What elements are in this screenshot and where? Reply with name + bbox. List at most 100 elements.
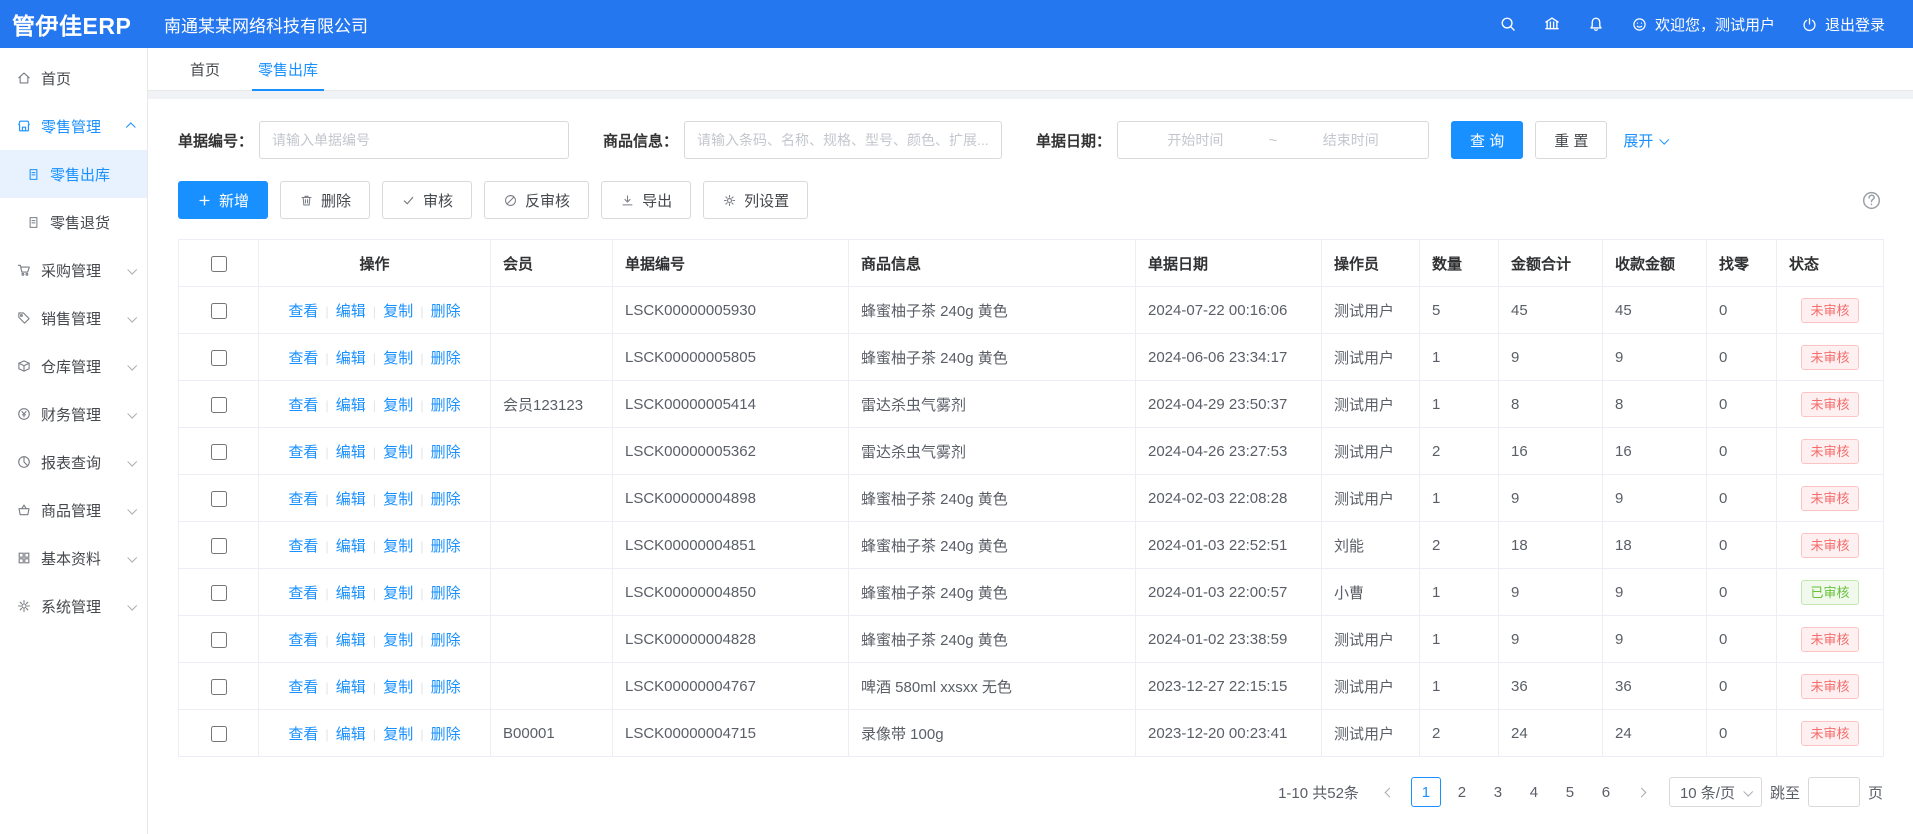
view-link[interactable]: 查看 xyxy=(288,585,318,602)
search-button[interactable]: 查 询 xyxy=(1451,121,1523,159)
unaudit-button[interactable]: 反审核 xyxy=(484,181,589,219)
sidebar-item-finance[interactable]: 财务管理 xyxy=(0,390,147,438)
delete-link[interactable]: 删除 xyxy=(431,726,461,743)
edit-link[interactable]: 编辑 xyxy=(336,538,366,555)
delete-link[interactable]: 删除 xyxy=(431,303,461,320)
bell-icon[interactable] xyxy=(1587,15,1605,33)
sidebar-item-products[interactable]: 商品管理 xyxy=(0,486,147,534)
next-page-button[interactable] xyxy=(1629,777,1655,807)
row-checkbox[interactable] xyxy=(211,726,227,742)
view-link[interactable]: 查看 xyxy=(288,679,318,696)
select-all-checkbox[interactable] xyxy=(211,256,227,272)
row-checkbox[interactable] xyxy=(211,397,227,413)
row-checkbox[interactable] xyxy=(211,585,227,601)
page-button-3[interactable]: 3 xyxy=(1483,777,1513,807)
copy-link[interactable]: 复制 xyxy=(383,538,413,555)
sidebar-item-retail-return[interactable]: 零售退货 xyxy=(0,198,147,246)
view-link[interactable]: 查看 xyxy=(288,491,318,508)
page-button-6[interactable]: 6 xyxy=(1591,777,1621,807)
doc-no-input[interactable] xyxy=(259,121,569,159)
edit-link[interactable]: 编辑 xyxy=(336,444,366,461)
copy-link[interactable]: 复制 xyxy=(383,444,413,461)
sidebar-item-home[interactable]: 首页 xyxy=(0,54,147,102)
delete-link[interactable]: 删除 xyxy=(431,679,461,696)
sidebar-item-retail[interactable]: 零售管理 xyxy=(0,102,147,150)
copy-link[interactable]: 复制 xyxy=(383,679,413,696)
row-checkbox[interactable] xyxy=(211,350,227,366)
sidebar-item-reports[interactable]: 报表查询 xyxy=(0,438,147,486)
row-checkbox[interactable] xyxy=(211,303,227,319)
qty-cell: 1 xyxy=(1420,616,1499,663)
delete-link[interactable]: 删除 xyxy=(431,397,461,414)
page-button-2[interactable]: 2 xyxy=(1447,777,1477,807)
sidebar-item-warehouse[interactable]: 仓库管理 xyxy=(0,342,147,390)
view-link[interactable]: 查看 xyxy=(288,350,318,367)
copy-link[interactable]: 复制 xyxy=(383,303,413,320)
expand-link[interactable]: 展开 xyxy=(1623,130,1667,151)
export-button[interactable]: 导出 xyxy=(601,181,691,219)
tab-home[interactable]: 首页 xyxy=(174,48,236,90)
delete-link[interactable]: 删除 xyxy=(431,538,461,555)
delete-link[interactable]: 删除 xyxy=(431,350,461,367)
copy-link[interactable]: 复制 xyxy=(383,350,413,367)
edit-link[interactable]: 编辑 xyxy=(336,585,366,602)
col-header-member: 会员 xyxy=(491,240,613,287)
view-link[interactable]: 查看 xyxy=(288,397,318,414)
copy-link[interactable]: 复制 xyxy=(383,726,413,743)
page-button-5[interactable]: 5 xyxy=(1555,777,1585,807)
delete-button[interactable]: 删除 xyxy=(280,181,370,219)
sidebar-item-sales[interactable]: 销售管理 xyxy=(0,294,147,342)
delete-link[interactable]: 删除 xyxy=(431,585,461,602)
gear-icon xyxy=(16,598,32,614)
edit-link[interactable]: 编辑 xyxy=(336,726,366,743)
copy-link[interactable]: 复制 xyxy=(383,491,413,508)
page-size-select[interactable]: 10 条/页 xyxy=(1669,777,1762,807)
row-checkbox[interactable] xyxy=(211,491,227,507)
date-end-input[interactable] xyxy=(1281,132,1420,148)
delete-link[interactable]: 删除 xyxy=(431,444,461,461)
edit-link[interactable]: 编辑 xyxy=(336,303,366,320)
operator-cell: 刘能 xyxy=(1322,522,1420,569)
column-settings-button[interactable]: 列设置 xyxy=(703,181,808,219)
date-range-picker[interactable]: ~ xyxy=(1117,121,1429,159)
row-checkbox[interactable] xyxy=(211,632,227,648)
page-button-1[interactable]: 1 xyxy=(1411,777,1441,807)
row-checkbox[interactable] xyxy=(211,679,227,695)
view-link[interactable]: 查看 xyxy=(288,444,318,461)
prev-page-button[interactable] xyxy=(1377,777,1403,807)
view-link[interactable]: 查看 xyxy=(288,303,318,320)
row-checkbox[interactable] xyxy=(211,444,227,460)
page-button-4[interactable]: 4 xyxy=(1519,777,1549,807)
jump-page-input[interactable] xyxy=(1808,777,1860,807)
bank-icon[interactable] xyxy=(1543,15,1561,33)
date-start-input[interactable] xyxy=(1126,132,1265,148)
tab-retail-outbound[interactable]: 零售出库 xyxy=(242,48,334,90)
view-link[interactable]: 查看 xyxy=(288,632,318,649)
edit-link[interactable]: 编辑 xyxy=(336,350,366,367)
sidebar-item-retail-outbound[interactable]: 零售出库 xyxy=(0,150,147,198)
search-icon[interactable] xyxy=(1499,15,1517,33)
edit-link[interactable]: 编辑 xyxy=(336,397,366,414)
view-link[interactable]: 查看 xyxy=(288,726,318,743)
copy-link[interactable]: 复制 xyxy=(383,585,413,602)
welcome-user[interactable]: 欢迎您，测试用户 xyxy=(1631,14,1775,35)
audit-button[interactable]: 审核 xyxy=(382,181,472,219)
view-link[interactable]: 查看 xyxy=(288,538,318,555)
add-button[interactable]: 新增 xyxy=(178,181,268,219)
sidebar-item-basic-data[interactable]: 基本资料 xyxy=(0,534,147,582)
delete-link[interactable]: 删除 xyxy=(431,632,461,649)
edit-link[interactable]: 编辑 xyxy=(336,679,366,696)
delete-link[interactable]: 删除 xyxy=(431,491,461,508)
operator-cell: 测试用户 xyxy=(1322,710,1420,757)
row-checkbox[interactable] xyxy=(211,538,227,554)
reset-button[interactable]: 重 置 xyxy=(1535,121,1607,159)
sidebar-item-system[interactable]: 系统管理 xyxy=(0,582,147,630)
logout-button[interactable]: 退出登录 xyxy=(1801,14,1885,35)
edit-link[interactable]: 编辑 xyxy=(336,632,366,649)
copy-link[interactable]: 复制 xyxy=(383,397,413,414)
product-info-input[interactable] xyxy=(684,121,1002,159)
help-icon[interactable] xyxy=(1860,189,1883,212)
edit-link[interactable]: 编辑 xyxy=(336,491,366,508)
sidebar-item-purchase[interactable]: 采购管理 xyxy=(0,246,147,294)
copy-link[interactable]: 复制 xyxy=(383,632,413,649)
